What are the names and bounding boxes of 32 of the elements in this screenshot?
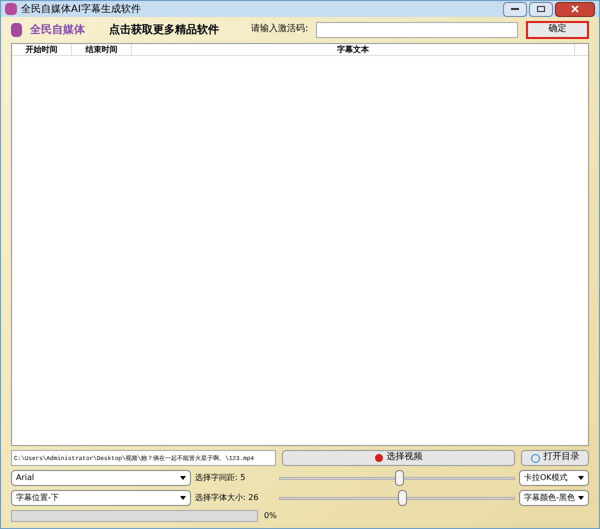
brand-logo-icon bbox=[11, 23, 22, 37]
slider-thumb[interactable] bbox=[395, 470, 404, 486]
caret-icon bbox=[578, 476, 584, 480]
progress-reading: 0% bbox=[264, 510, 277, 522]
caret-icon bbox=[180, 496, 186, 500]
close-button[interactable] bbox=[555, 2, 595, 16]
slider-track[interactable] bbox=[279, 490, 515, 506]
font-dropdown[interactable]: Arial bbox=[11, 470, 191, 486]
window-title: 全民自媒体AI字幕生成软件 bbox=[21, 2, 141, 16]
caret-icon bbox=[180, 476, 186, 480]
promo-link[interactable]: 点击获取更多精品软件 bbox=[109, 22, 220, 38]
column-header[interactable]: 结束时间 bbox=[72, 44, 132, 55]
maximize-button[interactable] bbox=[529, 2, 553, 16]
caret-icon bbox=[578, 496, 584, 500]
close-icon bbox=[571, 5, 579, 13]
app-icon bbox=[5, 3, 17, 15]
font-size-label: 选择字体大小: 26 bbox=[195, 492, 260, 504]
confirm-button[interactable]: 确定 bbox=[526, 21, 589, 39]
open-folder-button[interactable]: 打开目录 bbox=[521, 450, 589, 466]
color-dropdown[interactable]: 字幕颜色-黑色 bbox=[519, 490, 589, 506]
position-dropdown[interactable]: 字幕位置-下 bbox=[11, 490, 191, 506]
spacing-label: 选择字间距: 5 bbox=[195, 472, 246, 484]
select-video-button[interactable]: 选择视频 bbox=[282, 450, 515, 466]
column-header[interactable]: 字幕文本 bbox=[132, 44, 575, 55]
column-header[interactable]: 开始时间 bbox=[12, 44, 72, 55]
mode-dropdown[interactable]: 卡拉OK模式 bbox=[519, 470, 589, 486]
minimize-button[interactable] bbox=[503, 2, 527, 16]
brand-name: 全民自媒体 bbox=[30, 22, 86, 38]
activation-code-field[interactable] bbox=[316, 22, 518, 38]
slider-thumb[interactable] bbox=[398, 490, 407, 506]
slider-track[interactable] bbox=[279, 470, 515, 486]
code-label: 请输入激活码: bbox=[251, 23, 308, 36]
